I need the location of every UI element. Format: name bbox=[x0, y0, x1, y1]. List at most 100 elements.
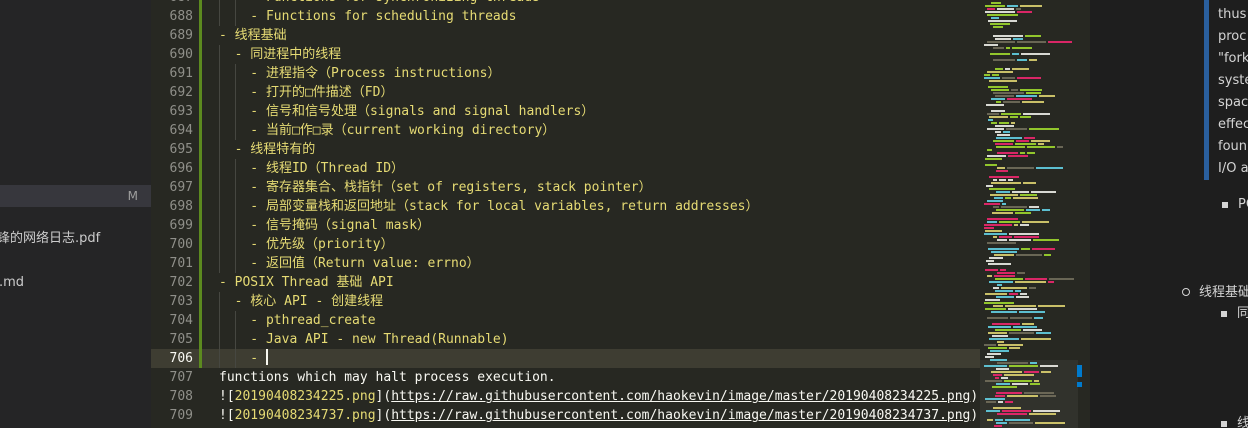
minimap-code-stroke bbox=[1006, 128, 1027, 130]
minimap-code-stroke bbox=[1012, 53, 1019, 55]
editor-line[interactable]: 689 - 线程基础 bbox=[151, 26, 980, 45]
line-content: - 信号掩码（signal mask） bbox=[219, 218, 431, 233]
md-syntax: ]( bbox=[375, 408, 392, 423]
preview-text: effec bbox=[1218, 117, 1248, 132]
git-modified-indicator bbox=[199, 45, 202, 64]
editor-line[interactable]: 691 - 进程指令（Process instructions） bbox=[151, 64, 980, 83]
minimap-code-stroke bbox=[997, 239, 1007, 241]
git-modified-indicator bbox=[199, 140, 202, 159]
editor-line[interactable]: 697 - 寄存器集合、栈指针（set of registers, stack … bbox=[151, 178, 980, 197]
editor-line[interactable]: 700 - 优先级（priority） bbox=[151, 235, 980, 254]
minimap-code-stroke bbox=[989, 176, 1019, 178]
code-editor[interactable]: 687 - Functions for synchronizing thread… bbox=[151, 0, 980, 428]
minimap-code-stroke bbox=[985, 299, 1000, 301]
line-text: functions which may halt process executi… bbox=[219, 368, 556, 387]
editor-line[interactable]: 687 - Functions for synchronizing thread… bbox=[151, 0, 980, 7]
editor-line[interactable]: 705 - Java API - new Thread(Runnable) bbox=[151, 330, 980, 349]
minimap-code-stroke bbox=[994, 425, 1002, 427]
minimap-code-stroke bbox=[1009, 239, 1031, 241]
minimap-code-stroke bbox=[1001, 206, 1027, 208]
minimap-code-stroke bbox=[1024, 137, 1035, 139]
minimap-code-stroke bbox=[997, 413, 1027, 415]
minimap-code-stroke bbox=[1009, 233, 1039, 235]
minimap-code-stroke bbox=[1017, 77, 1041, 79]
editor-line[interactable]: 699 - 信号掩码（signal mask） bbox=[151, 216, 980, 235]
editor-line[interactable]: 692 - 打开的□件描述（FD） bbox=[151, 83, 980, 102]
editor-line[interactable]: 694 - 当前□作□录（current working directory） bbox=[151, 121, 980, 140]
editor-line[interactable]: 696 - 线程ID（Thread ID） bbox=[151, 159, 980, 178]
minimap-code-stroke bbox=[1023, 182, 1036, 184]
minimap-code-stroke bbox=[993, 374, 1002, 376]
git-modified-indicator bbox=[199, 197, 202, 216]
minimap-code-stroke bbox=[991, 122, 997, 124]
file-name: 锋的网络日志.pdf bbox=[0, 231, 101, 246]
minimap-code-stroke bbox=[995, 125, 1014, 127]
editor-line[interactable]: 703 - 核心 API - 创建线程 bbox=[151, 292, 980, 311]
editor-line[interactable]: 701 - 返回值（Return value: errno） bbox=[151, 254, 980, 273]
minimap-code-stroke bbox=[994, 254, 1014, 256]
minimap-code-stroke bbox=[988, 347, 1007, 349]
text-cursor bbox=[265, 349, 268, 365]
minimap-code-stroke bbox=[1020, 293, 1027, 295]
line-content: - 打开的□件描述（FD） bbox=[219, 85, 394, 100]
editor-line[interactable]: 688 - Functions for scheduling threads bbox=[151, 7, 980, 26]
image-alt-text: 20190408234225.png bbox=[234, 389, 376, 404]
minimap-code-stroke bbox=[998, 344, 1023, 346]
minimap-code-stroke bbox=[995, 329, 1021, 331]
minimap-code-stroke bbox=[1030, 362, 1037, 364]
editor-line[interactable]: 707 functions which may halt process exec… bbox=[151, 368, 980, 387]
git-modified-indicator bbox=[199, 216, 202, 235]
minimap-code-stroke bbox=[1012, 68, 1029, 70]
editor-line[interactable]: 695 - 线程特有的 bbox=[151, 140, 980, 159]
markdown-preview[interactable]: thus proc "fork syste spac effec foun I/… bbox=[1091, 0, 1248, 428]
editor-line[interactable]: 706 - bbox=[151, 349, 980, 368]
minimap[interactable] bbox=[980, 0, 1090, 428]
editor-line[interactable]: 693 - 信号和信号处理（signals and signal handler… bbox=[151, 102, 980, 121]
minimap-code-stroke bbox=[991, 89, 1009, 91]
file-item-md[interactable]: .md bbox=[0, 272, 151, 294]
line-text: - POSIX Thread 基础 API bbox=[219, 273, 394, 292]
editor-line[interactable]: 709 ![20190408234737.png](https://raw.git… bbox=[151, 406, 980, 425]
editor-line[interactable]: 702 - POSIX Thread 基础 API bbox=[151, 273, 980, 292]
image-url-link[interactable]: https://raw.githubusercontent.com/haokev… bbox=[391, 408, 970, 423]
file-explorer-sidebar: M 锋的网络日志.pdf .md bbox=[0, 0, 151, 428]
minimap-code-stroke bbox=[991, 251, 1017, 253]
minimap-code-stroke bbox=[987, 218, 1018, 220]
minimap-code-stroke bbox=[1035, 422, 1065, 424]
minimap-code-stroke bbox=[1038, 143, 1044, 145]
file-item-pdf[interactable]: 锋的网络日志.pdf bbox=[0, 228, 151, 250]
minimap-code-stroke bbox=[993, 236, 997, 238]
minimap-code-stroke bbox=[987, 149, 992, 151]
minimap-code-stroke bbox=[1016, 254, 1042, 256]
preview-list-item: 同 bbox=[1237, 306, 1248, 321]
minimap-code-stroke bbox=[989, 80, 1017, 82]
minimap-code-stroke bbox=[1012, 47, 1032, 49]
minimap-code-stroke bbox=[1016, 95, 1037, 97]
line-text: - Functions for scheduling threads bbox=[219, 7, 516, 26]
file-item-modified[interactable]: M bbox=[0, 185, 151, 207]
minimap-code-stroke bbox=[1029, 59, 1037, 61]
line-number: 692 bbox=[169, 85, 193, 100]
image-url-link[interactable]: https://raw.githubusercontent.com/haokev… bbox=[391, 389, 970, 404]
git-modified-indicator bbox=[199, 254, 202, 273]
minimap-code-stroke bbox=[1020, 194, 1037, 196]
minimap-code-stroke bbox=[1030, 383, 1040, 385]
editor-line[interactable]: 708 ![20190408234225.png](https://raw.git… bbox=[151, 387, 980, 406]
editor-line[interactable]: 704 - pthread_create bbox=[151, 311, 980, 330]
minimap-code-stroke bbox=[1021, 248, 1030, 250]
minimap-code-stroke bbox=[1005, 419, 1030, 421]
minimap-code-stroke bbox=[1007, 5, 1018, 7]
md-syntax: ) bbox=[970, 389, 979, 404]
line-content: functions which may halt process executi… bbox=[219, 370, 556, 385]
minimap-code-stroke bbox=[993, 305, 1003, 307]
minimap-code-stroke bbox=[1009, 365, 1038, 367]
editor-line[interactable]: 698 - 局部变量栈和返回地址（stack for local variabl… bbox=[151, 197, 980, 216]
minimap-code-stroke bbox=[985, 293, 1007, 295]
preview-list-item: PO bbox=[1238, 197, 1248, 212]
minimap-code-stroke bbox=[994, 197, 1003, 199]
minimap-code-stroke bbox=[993, 407, 1021, 409]
line-content: - 寄存器集合、栈指针（set of registers, stack poin… bbox=[219, 180, 652, 195]
line-content: - 进程指令（Process instructions） bbox=[219, 66, 501, 81]
preview-text: thus bbox=[1218, 7, 1247, 22]
editor-line[interactable]: 690 - 同进程中的线程 bbox=[151, 45, 980, 64]
